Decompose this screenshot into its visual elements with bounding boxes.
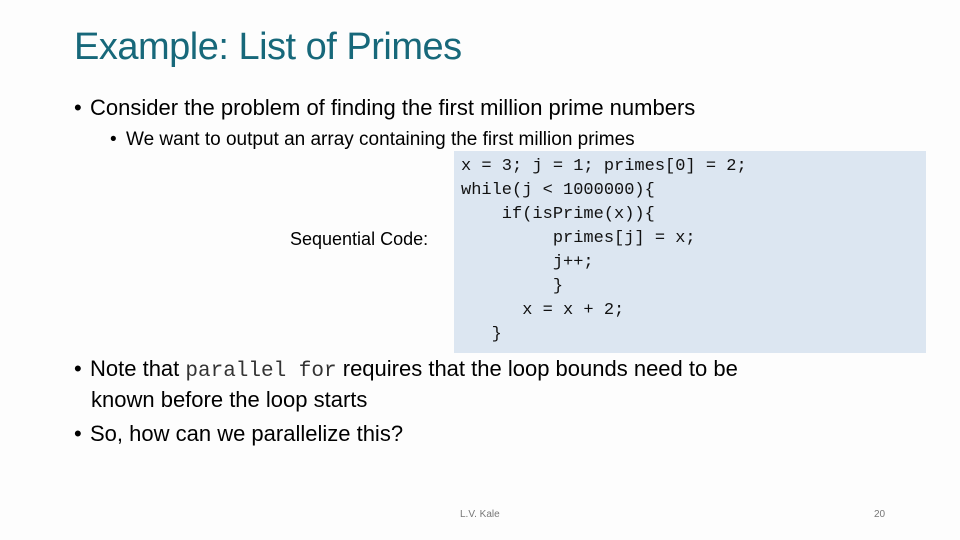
bullet-dot: • xyxy=(74,95,82,120)
bullet-consider: • Consider the problem of finding the fir… xyxy=(74,94,695,122)
bullet-dot: • xyxy=(74,421,82,446)
page-number: 20 xyxy=(874,509,886,520)
bullet-note: • Note that parallel for requires that th… xyxy=(74,355,894,414)
bullet-question: • So, how can we parallelize this? xyxy=(74,420,403,448)
bullet-dot: • xyxy=(74,356,82,381)
bullet-text: Consider the problem of finding the firs… xyxy=(90,95,696,120)
code-block: x = 3; j = 1; primes[0] = 2; while(j < 1… xyxy=(461,157,747,344)
note-continuation: known before the loop starts xyxy=(91,387,368,412)
bullet-dot: • xyxy=(110,129,117,150)
bullet-text: So, how can we parallelize this? xyxy=(90,421,404,446)
note-code: parallel for xyxy=(185,360,337,383)
sequential-code-label: Sequential Code: xyxy=(290,229,429,249)
bullet-text: We want to output an array containing th… xyxy=(126,129,635,150)
sub-bullet-output: • We want to output an array containing t… xyxy=(110,126,635,154)
note-prefix: Note that xyxy=(90,356,186,381)
slide-title: Example: List of Primes xyxy=(74,26,462,68)
note-suffix: requires that the loop bounds need to be xyxy=(336,356,738,381)
footer-author: L.V. Kale xyxy=(460,509,500,520)
